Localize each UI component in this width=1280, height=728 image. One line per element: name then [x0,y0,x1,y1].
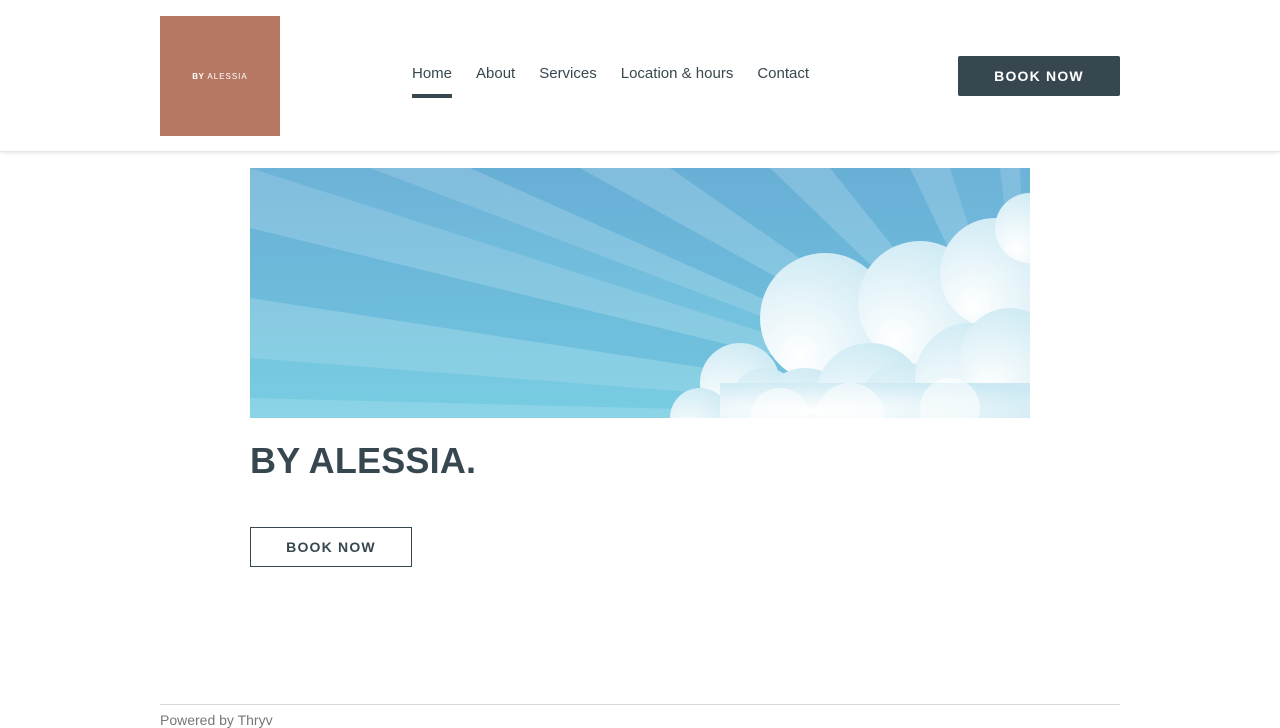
nav-item-contact[interactable]: Contact [757,64,809,98]
nav-item-services[interactable]: Services [539,64,597,98]
logo-light-text: ALESSIA [207,71,248,81]
main-book-now-button[interactable]: BOOK NOW [250,527,412,567]
logo-bold-text: BY [192,71,205,81]
header-book-now-button[interactable]: BOOK NOW [958,56,1120,96]
nav-item-about[interactable]: About [476,64,515,98]
page-title: BY ALESSIA. [250,440,477,481]
hero-sky-illustration [250,168,1030,418]
main-nav: Home About Services Location & hours Con… [412,64,833,100]
site-header: BY ALESSIA Home About Services Location … [0,0,1280,152]
hero-image [250,168,1030,418]
nav-item-location-hours[interactable]: Location & hours [621,64,734,98]
footer-divider [160,704,1120,705]
footer-powered-by[interactable]: Powered by Thryv [160,712,273,728]
logo[interactable]: BY ALESSIA [160,16,280,136]
nav-item-home[interactable]: Home [412,64,453,98]
